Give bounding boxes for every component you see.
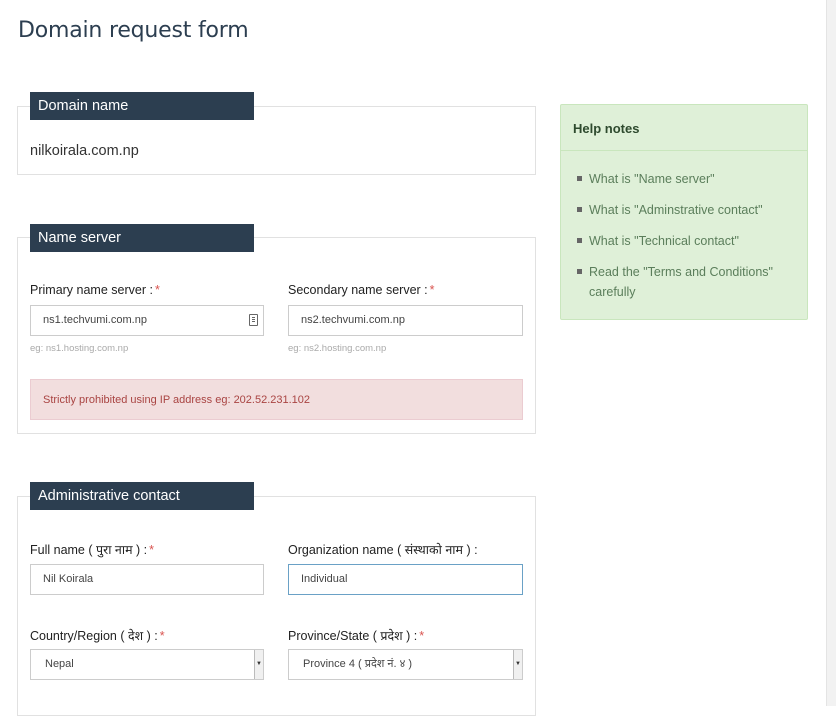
required-marker: * bbox=[419, 629, 425, 643]
help-link-technical-contact[interactable]: "Technical contact" bbox=[634, 234, 739, 248]
admin-contact-section-heading: Administrative contact bbox=[30, 482, 254, 510]
help-item-prefix: What is bbox=[589, 203, 635, 217]
domain-name-value: nilkoirala.com.np bbox=[30, 143, 139, 159]
primary-name-server-hint: eg: ns1.hosting.com.np bbox=[30, 343, 129, 354]
required-marker: * bbox=[429, 283, 435, 297]
full-name-label: Full name ( पुरा नाम ) : * bbox=[30, 543, 155, 557]
name-server-section-heading: Name server bbox=[30, 224, 254, 252]
admin-contact-section bbox=[17, 496, 536, 716]
help-item-suffix: carefully bbox=[589, 285, 636, 299]
domain-section-heading: Domain name bbox=[30, 92, 254, 120]
province-selected-value: Province 4 ( प्रदेश नं. ४ ) bbox=[303, 658, 413, 670]
secondary-name-server-hint: eg: ns2.hosting.com.np bbox=[288, 343, 387, 354]
help-notes-title: Help notes bbox=[573, 121, 640, 136]
country-selected-value: Nepal bbox=[45, 658, 74, 670]
primary-name-server-input[interactable]: ns1.techvumi.com.np bbox=[30, 305, 264, 336]
required-marker: * bbox=[159, 629, 165, 643]
help-item-prefix: What is bbox=[589, 172, 635, 186]
help-item-prefix: Read the bbox=[589, 265, 644, 279]
chevron-down-icon[interactable]: ▼ bbox=[254, 650, 263, 679]
bullet-icon bbox=[577, 176, 582, 181]
country-select[interactable]: Nepal ▼ bbox=[30, 649, 264, 680]
bullet-icon bbox=[577, 238, 582, 243]
ip-address-warning: Strictly prohibited using IP address eg:… bbox=[30, 379, 523, 420]
chevron-down-icon[interactable]: ▼ bbox=[513, 650, 522, 679]
bullet-icon bbox=[577, 207, 582, 212]
help-item-technical-contact: What is "Technical contact" bbox=[577, 231, 797, 251]
help-divider bbox=[561, 150, 807, 151]
page-title: Domain request form bbox=[18, 18, 249, 43]
help-item-prefix: What is bbox=[589, 234, 635, 248]
province-select[interactable]: Province 4 ( प्रदेश नं. ४ ) ▼ bbox=[288, 649, 523, 680]
organization-name-input[interactable]: Individual bbox=[288, 564, 523, 595]
help-link-terms[interactable]: "Terms and Conditions" bbox=[643, 265, 773, 279]
primary-name-server-value: ns1.techvumi.com.np bbox=[43, 314, 147, 326]
secondary-name-server-value: ns2.techvumi.com.np bbox=[301, 314, 405, 326]
primary-name-server-label: Primary name server : * bbox=[30, 283, 160, 297]
scrollbar[interactable] bbox=[826, 0, 836, 706]
help-link-name-server[interactable]: "Name server" bbox=[634, 172, 714, 186]
required-marker: * bbox=[149, 543, 155, 557]
full-name-value: Nil Koirala bbox=[43, 573, 94, 585]
help-notes-list: What is "Name server" What is "Adminstra… bbox=[577, 169, 797, 313]
province-label: Province/State ( प्रदेश ) : * bbox=[288, 629, 425, 643]
help-item-name-server: What is "Name server" bbox=[577, 169, 797, 189]
help-item-admin-contact: What is "Adminstrative contact" bbox=[577, 200, 797, 220]
full-name-input[interactable]: Nil Koirala bbox=[30, 564, 264, 595]
help-link-admin-contact[interactable]: "Adminstrative contact" bbox=[634, 203, 762, 217]
secondary-name-server-label: Secondary name server : * bbox=[288, 283, 435, 297]
autofill-icon[interactable] bbox=[249, 314, 258, 326]
help-notes-panel: Help notes What is "Name server" What is… bbox=[560, 104, 808, 320]
bullet-icon bbox=[577, 269, 582, 274]
help-item-terms: Read the "Terms and Conditions" carefull… bbox=[577, 262, 797, 302]
secondary-name-server-input[interactable]: ns2.techvumi.com.np bbox=[288, 305, 523, 336]
organization-name-label: Organization name ( संस्थाको नाम ) : bbox=[288, 543, 478, 557]
required-marker: * bbox=[154, 283, 160, 297]
country-label: Country/Region ( देश ) : * bbox=[30, 629, 165, 643]
organization-name-value: Individual bbox=[301, 573, 348, 585]
